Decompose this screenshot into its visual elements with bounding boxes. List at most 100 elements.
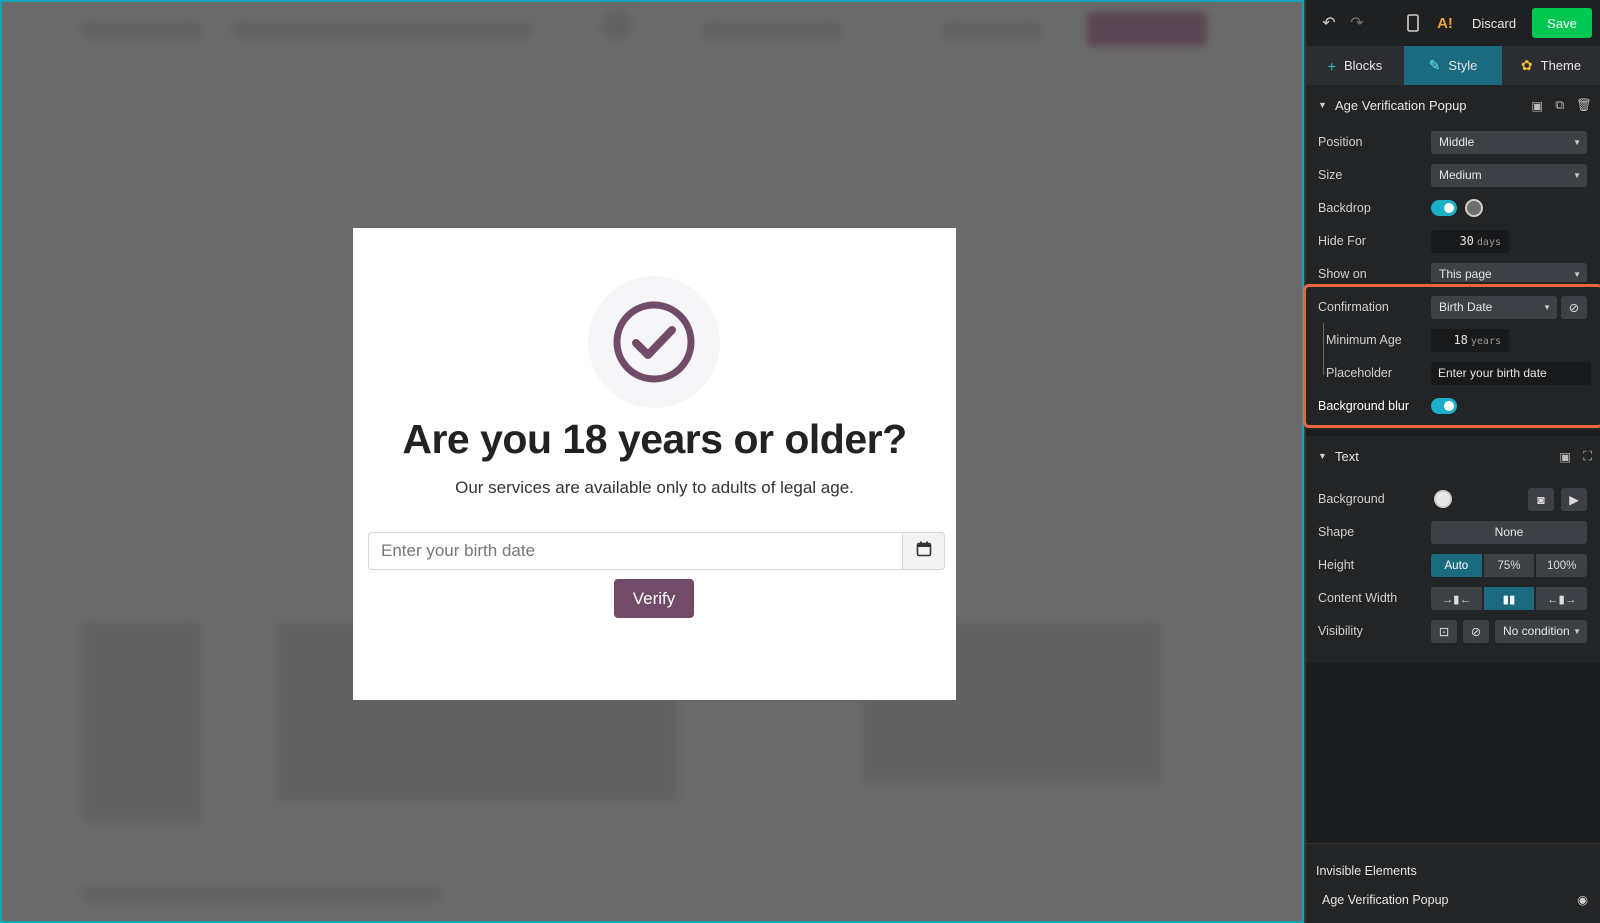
invisible-elements-section: Invisible Elements Age Verification Popu… [1306,843,1600,923]
width-narrow-icon[interactable]: →▮← [1431,587,1482,610]
birth-date-input[interactable] [368,532,902,570]
panel-empty-area [1306,663,1600,843]
hide-for-label: Hide For [1318,234,1366,248]
height-row: Height Auto 75% 100% [1306,549,1600,581]
chevron-down-icon: ▼ [1573,171,1581,180]
eye-icon[interactable]: ◉ [1577,892,1588,907]
calendar-button[interactable] [902,532,945,570]
trash-icon[interactable]: 🗑 [1576,98,1592,113]
shape-row: Shape None [1306,516,1600,548]
height-auto-option[interactable]: Auto [1431,554,1482,577]
website-canvas[interactable]: Are you 18 years or older? Our services … [0,0,1304,923]
blurred-nav-text [602,10,632,40]
size-row: Size Medium ▼ [1306,159,1600,191]
visibility-label: Visibility [1318,624,1363,638]
invisible-element-item[interactable]: Age Verification Popup [1322,893,1448,907]
duplicate-icon[interactable]: ⧉ [1555,98,1564,113]
backdrop-row: Backdrop [1306,192,1600,224]
discard-button[interactable]: Discard [1472,12,1516,34]
calendar-icon [916,541,932,562]
save-button[interactable]: Save [1532,8,1592,38]
pencil-icon: ✎ [1428,57,1441,73]
select-value: No condition [1503,624,1570,638]
position-select[interactable]: Middle ▼ [1431,131,1587,154]
blurred-footer-text [82,887,442,901]
save-block-icon[interactable]: ▣ [1559,449,1571,464]
redo-icon[interactable]: ↷ [1346,12,1368,34]
highlight-annotation [1303,284,1600,428]
gear-icon: ✿ [1520,57,1533,73]
chevron-down-icon: ▼ [1573,627,1581,636]
hide-desktop-button[interactable]: ⊡ [1431,620,1457,643]
tab-blocks[interactable]: + Blocks [1306,46,1404,85]
content-width-row: Content Width →▮← ▮▮ ←▮→ [1306,582,1600,614]
show-on-label: Show on [1318,267,1367,281]
select-value: Medium [1439,168,1482,182]
background-video-button[interactable]: ▶ [1561,488,1587,511]
camera-icon: ◙ [1537,492,1545,507]
tab-label: Style [1448,58,1478,73]
invisible-elements-title: Invisible Elements [1316,864,1417,878]
popup-subtitle: Our services are available only to adult… [455,478,854,497]
blurred-nav-text [702,22,842,38]
caret-down-icon: ▼ [1318,451,1327,461]
blurred-footer-column [82,622,202,822]
video-icon: ▶ [1569,493,1579,507]
visibility-row: Visibility ⊡ ⊘ No condition ▼ [1306,615,1600,647]
size-label: Size [1318,168,1343,182]
section-actions: ▣ ⧉ 🗑 [1531,89,1592,121]
show-on-select[interactable]: This page ▼ [1431,263,1587,282]
tab-theme[interactable]: ✿ Theme [1502,46,1600,85]
check-circle-icon [588,276,720,408]
ai-icon[interactable]: A! [1434,12,1456,34]
shape-label: Shape [1318,525,1355,539]
days-unit: days [1476,237,1501,248]
size-select[interactable]: Medium ▼ [1431,164,1587,187]
section-divider [1306,430,1600,436]
mobile-off-icon: ⊘ [1470,625,1482,639]
backdrop-toggle[interactable] [1431,200,1457,216]
hide-mobile-button[interactable]: ⊘ [1463,620,1489,643]
hide-for-row: Hide For 30 days [1306,225,1600,257]
blurred-nav-text [82,22,202,38]
save-block-icon[interactable]: ▣ [1531,98,1543,113]
tab-label: Theme [1540,58,1582,73]
shape-select[interactable]: None [1431,521,1587,544]
blurred-nav-text [232,22,532,38]
height-75-option[interactable]: 75% [1483,554,1535,577]
section-title: Age Verification Popup [1335,97,1467,113]
undo-icon[interactable]: ↶ [1318,12,1340,34]
height-100-option[interactable]: 100% [1536,554,1588,577]
visibility-condition-select[interactable]: No condition ▼ [1495,620,1587,643]
blurred-nav-button [1087,12,1207,46]
section-title: Text [1335,448,1359,464]
content-width-label: Content Width [1318,591,1398,605]
text-section-header[interactable]: ▼ Text ▣ ⛶ [1306,440,1600,472]
height-label: Height [1318,558,1355,572]
position-label: Position [1318,135,1363,149]
background-color-swatch[interactable] [1434,490,1452,508]
hide-for-input[interactable]: 30 days [1431,230,1509,253]
popup-section-header[interactable]: ▼ Age Verification Popup ▣ ⧉ 🗑 [1306,89,1600,121]
popup-title: Are you 18 years or older? [402,416,907,462]
show-on-row: Show on This page ▼ [1306,258,1600,282]
mobile-preview-icon[interactable] [1402,12,1424,34]
section-actions: ▣ ⛶ [1559,440,1592,472]
editor-panel: ↶ ↷ A! Discard Save + Blocks ✎ Style ✿ T… [1306,0,1600,923]
background-label: Background [1318,492,1385,506]
text-background-row: Background ◙ ▶ [1306,483,1600,515]
width-full-icon[interactable]: ←▮→ [1536,587,1588,610]
desktop-off-icon: ⊡ [1438,625,1450,639]
verify-button[interactable]: Verify [614,579,694,618]
birth-date-group [368,532,945,570]
backdrop-color-swatch[interactable] [1465,199,1483,217]
background-image-button[interactable]: ◙ [1528,488,1554,511]
editor-topbar: ↶ ↷ A! Discard Save [1306,0,1600,46]
chevron-down-icon: ▼ [1573,270,1581,279]
plus-icon: + [1327,57,1336,74]
select-parent-icon[interactable]: ⛶ [1583,449,1592,464]
content-width-segmented: →▮← ▮▮ ←▮→ [1431,587,1588,610]
tab-style[interactable]: ✎ Style [1404,46,1502,85]
select-value: This page [1439,267,1492,281]
width-regular-icon[interactable]: ▮▮ [1483,587,1535,610]
